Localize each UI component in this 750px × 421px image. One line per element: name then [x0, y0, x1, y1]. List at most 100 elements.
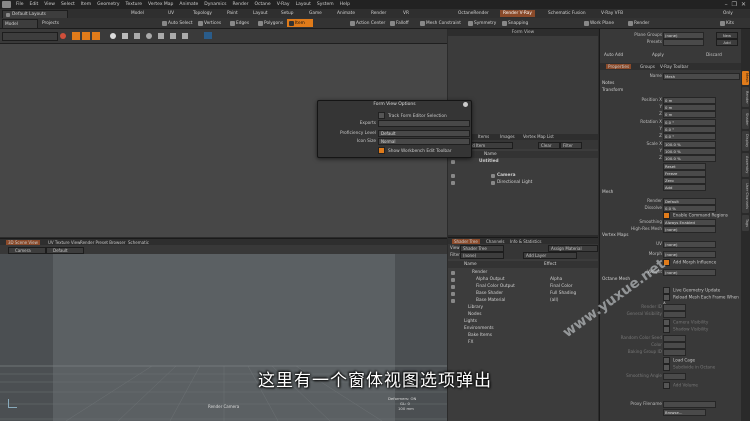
table-row[interactable]: Base Material (all)	[448, 297, 598, 304]
tab-properties[interactable]: Properties	[606, 64, 632, 69]
discard-button[interactable]: Discard	[706, 52, 722, 57]
locator-icon[interactable]	[182, 33, 188, 39]
maximize-icon[interactable]: ❐	[732, 1, 737, 8]
menu-dynamics[interactable]: Dynamics	[201, 2, 229, 7]
notes-section[interactable]: Notes	[602, 81, 740, 87]
3d-viewport[interactable]: Render Camera Deformers: ON GL: 0 100 mm	[0, 254, 447, 421]
tab-items[interactable]: Items	[478, 134, 489, 139]
shading-dropdown[interactable]: Default	[46, 247, 84, 254]
reload-mesh-checkbox[interactable]	[663, 294, 670, 301]
proficiency-level-dropdown[interactable]: Default	[378, 130, 470, 137]
shadow-visibility-checkbox[interactable]	[663, 326, 670, 333]
falloff-button[interactable]: Falloff	[388, 19, 411, 27]
auto-select-button[interactable]: Auto Select	[160, 19, 195, 27]
tab-paint[interactable]: Paint	[224, 10, 241, 17]
menu-view[interactable]: View	[41, 2, 58, 7]
auto-add-toggle[interactable]: Auto Add	[604, 52, 623, 57]
menu-vray[interactable]: V-Ray	[274, 2, 293, 7]
rotation-z-field[interactable]: 0.0 °	[663, 133, 716, 140]
scale-tool-icon[interactable]	[92, 32, 100, 40]
vtab-display[interactable]: Display	[742, 131, 749, 151]
weight-dropdown[interactable]: (none)	[663, 269, 716, 276]
tab-layout[interactable]: Layout	[250, 10, 271, 17]
filter-dropdown[interactable]: (none)	[460, 252, 504, 259]
tab-topology[interactable]: Topology	[190, 10, 215, 17]
scale-z-field[interactable]: 100.0 %	[663, 155, 716, 162]
menu-select[interactable]: Select	[58, 2, 78, 7]
close-icon[interactable]: ✕	[741, 1, 746, 8]
presets-dropdown[interactable]	[663, 39, 704, 46]
track-selection-checkbox[interactable]	[378, 112, 385, 119]
list-item[interactable]: Directional Light	[448, 179, 598, 186]
morph-dropdown[interactable]: (none)	[663, 251, 716, 258]
vtab-user-channels[interactable]: User Channels	[742, 179, 749, 213]
list-item[interactable]: Untitled	[448, 158, 598, 165]
eye-icon[interactable]	[451, 291, 455, 296]
eye-icon[interactable]	[451, 173, 455, 178]
menu-item[interactable]: Item	[78, 2, 94, 7]
menu-animate[interactable]: Animate	[176, 2, 201, 7]
tab-images[interactable]: Images	[500, 134, 515, 139]
vertex-maps-section[interactable]: Vertex Maps	[602, 233, 740, 239]
vtab-tags[interactable]: Tags	[742, 215, 749, 231]
polygons-button[interactable]: Polygons	[256, 19, 285, 27]
kits-button[interactable]: Kits	[718, 19, 736, 27]
table-row[interactable]: Render	[448, 269, 598, 276]
menu-vertex-map[interactable]: Vertex Map	[145, 2, 176, 7]
eye-icon[interactable]	[451, 298, 455, 303]
menu-edit[interactable]: Edit	[27, 2, 42, 7]
tab-model[interactable]: Model	[128, 10, 147, 17]
table-row[interactable]: FX	[448, 339, 598, 346]
eye-icon[interactable]	[451, 159, 455, 164]
tab-game[interactable]: Game	[306, 10, 325, 17]
action-center-button[interactable]: Action Center	[348, 19, 387, 27]
move-tool-icon[interactable]	[72, 32, 80, 40]
table-row[interactable]: Base Shader Full Shading	[448, 290, 598, 297]
camera-dropdown[interactable]: Camera	[8, 247, 46, 254]
vtab-assembly[interactable]: Assembly	[742, 153, 749, 177]
render-button[interactable]: Render	[626, 19, 651, 27]
position-z-field[interactable]: 0 m	[663, 111, 716, 118]
general-visibility-field[interactable]	[663, 311, 686, 318]
uv-dropdown[interactable]: (none)	[663, 241, 716, 248]
tab-vertex-map-list[interactable]: Vertex Map List	[523, 134, 554, 139]
projects-dropdown[interactable]: Projects	[40, 19, 61, 27]
list-item[interactable]: Camera	[448, 172, 598, 179]
tab-animate[interactable]: Animate	[334, 10, 358, 17]
proxy-filename-field[interactable]	[663, 401, 716, 408]
vtab-shader[interactable]: Shader	[742, 109, 749, 129]
record-icon[interactable]	[60, 33, 66, 39]
item-button[interactable]: Item	[287, 19, 313, 27]
eye-icon[interactable]	[451, 277, 455, 282]
only-toggle[interactable]: Only	[720, 10, 736, 17]
eye-icon[interactable]	[451, 180, 455, 185]
menu-octane[interactable]: Octane	[252, 2, 274, 7]
cylinder-icon[interactable]	[134, 33, 140, 39]
torus-icon[interactable]	[146, 33, 152, 39]
mesh-section[interactable]: Mesh	[602, 190, 740, 196]
eye-icon[interactable]	[451, 270, 455, 275]
filter-button[interactable]: Filter	[560, 142, 582, 149]
display-icon[interactable]	[204, 32, 212, 39]
tab-render-vray[interactable]: Render V-Ray	[500, 10, 535, 17]
popup-close-icon[interactable]	[463, 102, 468, 107]
add-layer-button[interactable]: Add Layer	[523, 252, 577, 259]
tab-setup[interactable]: Setup	[278, 10, 297, 17]
transform-section[interactable]: Transform	[602, 88, 740, 94]
add-preset-button[interactable]: Add	[716, 39, 738, 46]
high-res-mesh-dropdown[interactable]: (none)	[663, 226, 716, 233]
tab-uv[interactable]: UV	[165, 10, 177, 17]
vtab-render[interactable]: Render	[742, 87, 749, 107]
exports-dropdown[interactable]	[378, 120, 470, 127]
baking-group-field[interactable]	[663, 349, 686, 356]
menu-geometry[interactable]: Geometry	[94, 2, 122, 7]
menu-texture[interactable]: Texture	[123, 2, 145, 7]
table-row[interactable]: Library	[448, 304, 598, 311]
tab-vray-vfb[interactable]: V-Ray VFB	[598, 10, 626, 17]
tab-vray-toolbar[interactable]: V-Ray Toolbar	[660, 64, 688, 69]
assign-material-button[interactable]: Assign Material	[548, 245, 598, 252]
mesh-constraint-button[interactable]: Mesh Constraint	[418, 19, 463, 27]
name-field[interactable]: Mesh	[663, 73, 740, 80]
snapping-button[interactable]: Snapping	[500, 19, 530, 27]
cube-icon[interactable]	[122, 33, 128, 39]
